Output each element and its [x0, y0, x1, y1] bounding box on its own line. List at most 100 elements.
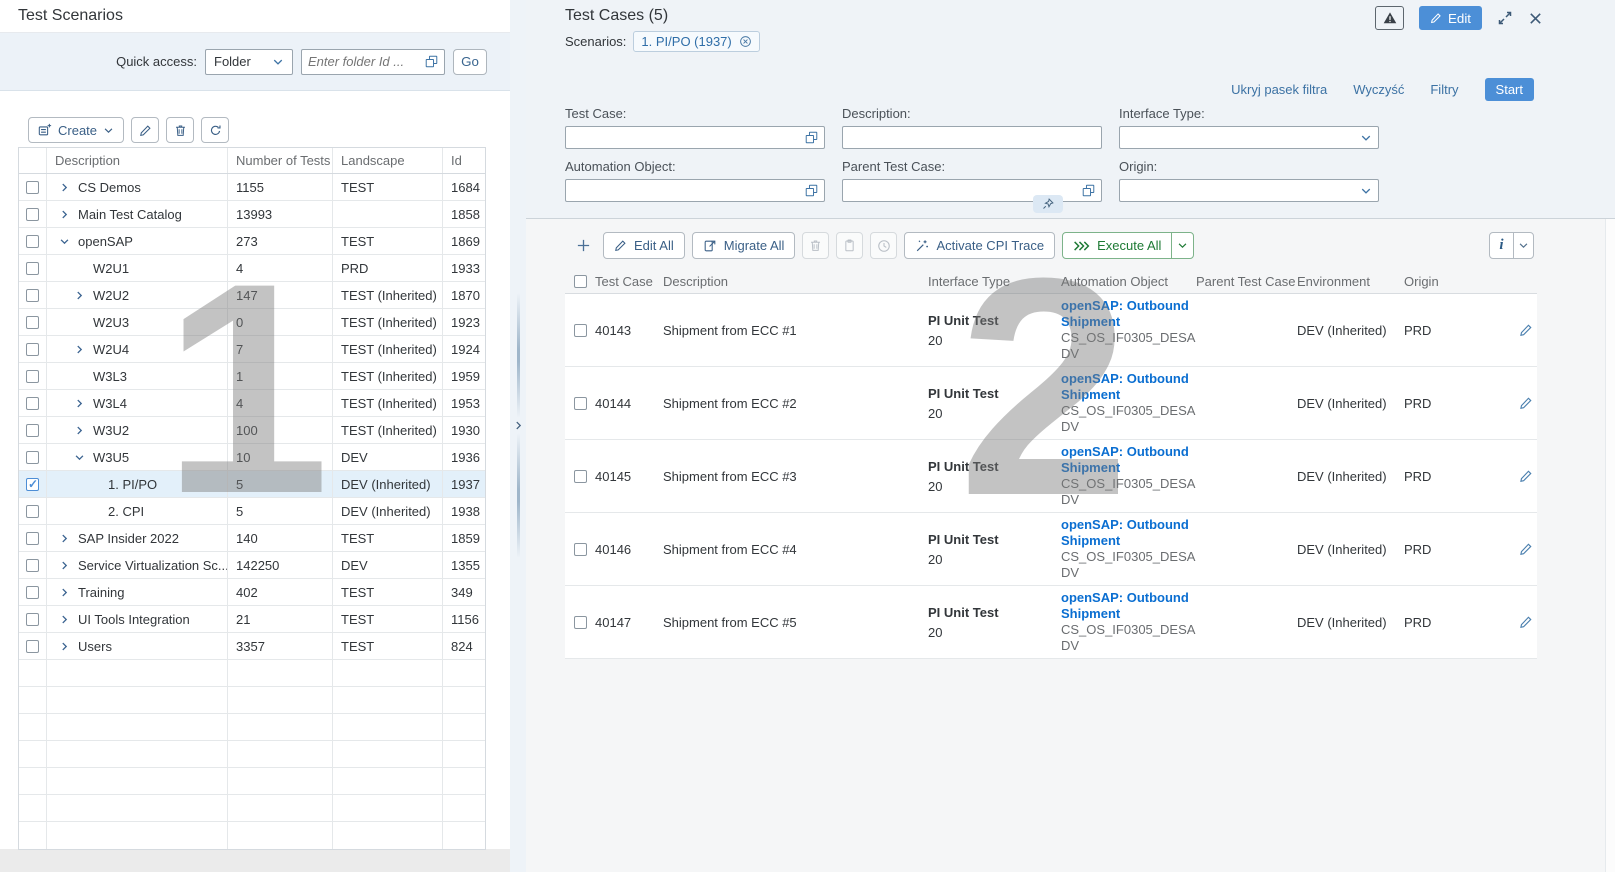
expand-arrow-icon[interactable]: [57, 560, 71, 571]
scenario-row[interactable]: W2U4 7 TEST (Inherited) 1924: [19, 336, 485, 363]
filter-interface-type-select[interactable]: [1119, 126, 1379, 149]
add-test-case-button[interactable]: [570, 232, 596, 259]
row-checkbox[interactable]: [26, 451, 39, 464]
value-help-icon[interactable]: [805, 184, 818, 197]
scenario-row[interactable]: Main Test Catalog 13993 1858: [19, 201, 485, 228]
test-case-row[interactable]: 40143 Shipment from ECC #1 PI Unit Test …: [565, 294, 1537, 367]
test-case-row[interactable]: 40147 Shipment from ECC #5 PI Unit Test …: [565, 586, 1537, 659]
edit-row-icon[interactable]: [1519, 542, 1533, 556]
start-button[interactable]: Start: [1485, 78, 1534, 101]
token-remove-icon[interactable]: [739, 35, 752, 48]
expand-arrow-icon[interactable]: [72, 290, 86, 301]
edit-button[interactable]: Edit: [1419, 6, 1482, 30]
panel-splitter[interactable]: [510, 0, 526, 872]
row-checkbox[interactable]: [574, 397, 587, 410]
info-button[interactable]: i: [1490, 233, 1513, 258]
row-checkbox[interactable]: [26, 181, 39, 194]
row-checkbox[interactable]: [26, 316, 39, 329]
edit-row-icon[interactable]: [1519, 615, 1533, 629]
edit-row-icon[interactable]: [1519, 396, 1533, 410]
execute-all-button[interactable]: Execute All: [1063, 233, 1171, 258]
row-checkbox[interactable]: [574, 324, 587, 337]
edit-row-icon[interactable]: [1519, 323, 1533, 337]
row-checkbox[interactable]: [26, 532, 39, 545]
edit-row-icon[interactable]: [1519, 469, 1533, 483]
test-case-row[interactable]: 40145 Shipment from ECC #3 PI Unit Test …: [565, 440, 1537, 513]
scenario-row[interactable]: UI Tools Integration 21 TEST 1156: [19, 606, 485, 633]
row-checkbox[interactable]: [26, 424, 39, 437]
scenario-row[interactable]: W3L4 4 TEST (Inherited) 1953: [19, 390, 485, 417]
messages-button[interactable]: [1375, 6, 1404, 30]
value-help-icon[interactable]: [425, 55, 438, 68]
expand-arrow-icon[interactable]: [57, 614, 71, 625]
expand-arrow-icon[interactable]: [72, 344, 86, 355]
create-button[interactable]: Create: [28, 117, 124, 143]
expand-arrow-icon[interactable]: [57, 533, 71, 544]
scenario-row[interactable]: W2U2 147 TEST (Inherited) 1870: [19, 282, 485, 309]
clear-filters-link[interactable]: Wyczyść: [1353, 82, 1404, 97]
splitter-expand-icon[interactable]: [512, 417, 525, 433]
expand-arrow-icon[interactable]: [72, 425, 86, 436]
row-checkbox[interactable]: [26, 235, 39, 248]
expand-arrow-icon[interactable]: [57, 236, 71, 247]
row-checkbox[interactable]: [26, 289, 39, 302]
expand-arrow-icon[interactable]: [72, 398, 86, 409]
scenario-row[interactable]: 2. CPI 5 DEV (Inherited) 1938: [19, 498, 485, 525]
test-case-row[interactable]: 40146 Shipment from ECC #4 PI Unit Test …: [565, 513, 1537, 586]
scenario-row[interactable]: Service Virtualization Sc... 142250 DEV …: [19, 552, 485, 579]
row-checkbox[interactable]: [26, 640, 39, 653]
row-checkbox[interactable]: [26, 586, 39, 599]
automation-object-link[interactable]: openSAP: Outbound Shipment: [1061, 371, 1196, 403]
scenario-row[interactable]: W3U2 100 TEST (Inherited) 1930: [19, 417, 485, 444]
row-checkbox[interactable]: [26, 343, 39, 356]
quick-access-id-input[interactable]: [308, 54, 421, 69]
fullscreen-icon[interactable]: [1497, 10, 1513, 26]
expand-arrow-icon[interactable]: [57, 641, 71, 652]
filter-description-input[interactable]: [849, 130, 1095, 145]
quick-access-type-select[interactable]: Folder: [205, 49, 293, 75]
row-checkbox[interactable]: [574, 616, 587, 629]
history-button[interactable]: [870, 232, 897, 259]
scenario-row[interactable]: 1. PI/PO 5 DEV (Inherited) 1937: [19, 471, 485, 498]
delete-test-case-button[interactable]: [802, 232, 829, 259]
pin-filter-bar-button[interactable]: [1033, 195, 1063, 213]
filter-origin-select[interactable]: [1119, 179, 1379, 202]
row-checkbox[interactable]: [26, 559, 39, 572]
scenario-row[interactable]: W2U1 4 PRD 1933: [19, 255, 485, 282]
edit-all-button[interactable]: Edit All: [603, 232, 685, 259]
select-all-checkbox[interactable]: [574, 275, 587, 288]
expand-arrow-icon[interactable]: [57, 182, 71, 193]
automation-object-link[interactable]: openSAP: Outbound Shipment: [1061, 517, 1196, 549]
row-checkbox[interactable]: [574, 543, 587, 556]
scenario-row[interactable]: Training 402 TEST 349: [19, 579, 485, 606]
row-checkbox[interactable]: [26, 478, 39, 491]
row-checkbox[interactable]: [26, 370, 39, 383]
value-help-icon[interactable]: [1082, 184, 1095, 197]
migrate-all-button[interactable]: Migrate All: [692, 232, 796, 259]
delete-scenario-button[interactable]: [166, 117, 194, 143]
row-checkbox[interactable]: [574, 470, 587, 483]
expand-arrow-icon[interactable]: [72, 452, 86, 463]
expand-arrow-icon[interactable]: [57, 587, 71, 598]
paste-button[interactable]: [836, 232, 863, 259]
scenario-row[interactable]: W3U5 10 DEV 1936: [19, 444, 485, 471]
activate-cpi-trace-button[interactable]: Activate CPI Trace: [904, 232, 1055, 259]
row-checkbox[interactable]: [26, 208, 39, 221]
close-icon[interactable]: [1528, 11, 1543, 26]
edit-scenario-button[interactable]: [131, 117, 159, 143]
scenario-row[interactable]: Users 3357 TEST 824: [19, 633, 485, 660]
value-help-icon[interactable]: [805, 131, 818, 144]
filter-automation-object-input[interactable]: [572, 183, 801, 198]
row-checkbox[interactable]: [26, 613, 39, 626]
automation-object-link[interactable]: openSAP: Outbound Shipment: [1061, 298, 1196, 330]
automation-object-link[interactable]: openSAP: Outbound Shipment: [1061, 444, 1196, 476]
row-checkbox[interactable]: [26, 505, 39, 518]
scrollbar-track[interactable]: [1605, 219, 1615, 872]
execute-all-menu-arrow[interactable]: [1172, 233, 1193, 258]
scenario-row[interactable]: W3L3 1 TEST (Inherited) 1959: [19, 363, 485, 390]
refresh-button[interactable]: [201, 117, 229, 143]
row-checkbox[interactable]: [26, 262, 39, 275]
automation-object-link[interactable]: openSAP: Outbound Shipment: [1061, 590, 1196, 622]
go-button[interactable]: Go: [453, 49, 487, 75]
expand-arrow-icon[interactable]: [57, 209, 71, 220]
